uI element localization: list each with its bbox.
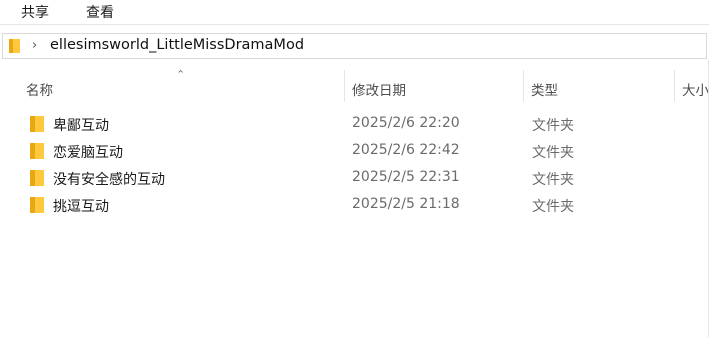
- sort-ascending-icon: ⌃: [176, 68, 186, 81]
- file-name: 挑逗互动: [53, 199, 109, 215]
- column-header-name[interactable]: ⌃ 名称: [0, 68, 344, 102]
- file-type: 文件夹: [532, 145, 574, 161]
- breadcrumb-path[interactable]: ellesimsworld_LittleMissDramaMod: [50, 37, 304, 53]
- file-type: 文件夹: [532, 172, 574, 188]
- address-bar[interactable]: › ellesimsworld_LittleMissDramaMod: [2, 33, 707, 59]
- column-label-size: 大小: [682, 83, 709, 99]
- list-item[interactable]: 没有安全感的互动 2025/2/5 22:31 文件夹: [0, 165, 709, 192]
- ribbon-tabs: 共享 查看: [0, 0, 709, 25]
- folder-icon: [30, 143, 44, 159]
- folder-icon: [30, 170, 44, 186]
- list-item[interactable]: 挑逗互动 2025/2/5 21:18 文件夹: [0, 192, 709, 219]
- chevron-right-icon[interactable]: ›: [32, 38, 37, 53]
- column-label-modified: 修改日期: [352, 83, 406, 99]
- file-name: 卑鄙互动: [53, 118, 109, 134]
- file-type: 文件夹: [532, 199, 574, 215]
- tab-view[interactable]: 查看: [86, 2, 114, 22]
- file-name: 没有安全感的互动: [53, 172, 165, 188]
- file-modified: 2025/2/5 21:18: [352, 196, 460, 212]
- file-explorer-window: 共享 查看 › ellesimsworld_LittleMissDramaMod…: [0, 0, 709, 337]
- file-modified: 2025/2/6 22:42: [352, 142, 460, 158]
- column-header-row: ⌃ 名称 修改日期 类型 大小: [0, 68, 709, 102]
- list-item[interactable]: 恋爱脑互动 2025/2/6 22:42 文件夹: [0, 138, 709, 165]
- column-header-modified[interactable]: 修改日期: [345, 70, 523, 102]
- list-item[interactable]: 卑鄙互动 2025/2/6 22:20 文件夹: [0, 111, 709, 138]
- file-name: 恋爱脑互动: [53, 145, 123, 161]
- folder-icon: [30, 197, 44, 213]
- folder-icon: [9, 39, 20, 53]
- column-header-size[interactable]: 大小: [675, 70, 709, 102]
- file-modified: 2025/2/6 22:20: [352, 115, 460, 131]
- folder-icon: [30, 116, 44, 132]
- column-label-name: 名称: [26, 83, 53, 99]
- tab-share[interactable]: 共享: [21, 2, 49, 22]
- column-header-type[interactable]: 类型: [524, 70, 674, 102]
- file-type: 文件夹: [532, 118, 574, 134]
- file-modified: 2025/2/5 22:31: [352, 169, 460, 185]
- column-label-type: 类型: [531, 83, 558, 99]
